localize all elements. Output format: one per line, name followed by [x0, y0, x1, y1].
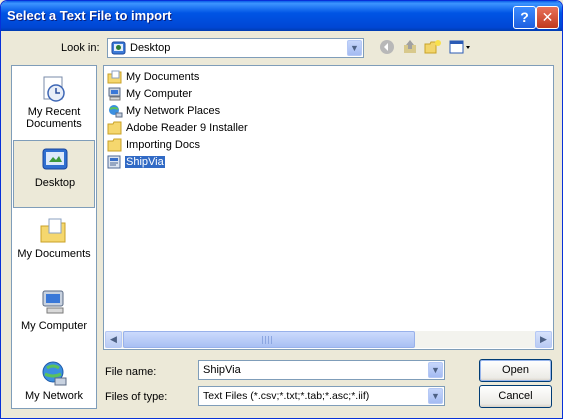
text-file-icon — [107, 155, 123, 169]
my-network-icon — [39, 358, 69, 388]
views-menu-icon[interactable] — [448, 39, 472, 57]
new-folder-icon[interactable] — [424, 39, 442, 57]
up-folder-icon[interactable] — [401, 39, 419, 57]
lookin-value: Desktop — [130, 42, 171, 54]
help-button[interactable]: ? — [513, 6, 536, 29]
lookin-label: Look in: — [61, 42, 100, 54]
filetype-combo[interactable]: Text Files (*.csv;*.txt;*.tab;*.asc;*.ii… — [198, 386, 445, 406]
filename-combo[interactable]: ShipVia ▼ — [198, 360, 445, 380]
dialog-window: Select a Text File to import ? ✕ Look in… — [0, 0, 563, 419]
close-button[interactable]: ✕ — [536, 6, 559, 29]
chevron-down-icon[interactable]: ▼ — [428, 362, 443, 378]
filename-label: File name: — [105, 366, 157, 378]
window-title: Select a Text File to import — [7, 8, 172, 23]
scroll-right-icon[interactable]: ▶ — [535, 331, 552, 348]
open-button[interactable]: Open — [479, 359, 552, 382]
network-places-icon — [107, 104, 123, 118]
horizontal-scrollbar[interactable]: ◀ ▶ — [105, 331, 552, 348]
back-icon[interactable] — [378, 39, 396, 57]
scroll-thumb[interactable] — [123, 331, 415, 348]
place-recent-documents[interactable]: My Recent Documents — [13, 70, 95, 138]
chevron-down-icon[interactable]: ▼ — [347, 40, 362, 56]
file-list[interactable]: My Documents My Computer My Network Plac… — [103, 65, 554, 350]
filename-value: ShipVia — [203, 364, 241, 376]
place-label: Desktop — [34, 177, 76, 189]
list-item[interactable]: Adobe Reader 9 Installer — [107, 121, 249, 137]
places-bar: My Recent Documents Desktop My Documents… — [11, 65, 97, 409]
chevron-down-icon[interactable]: ▼ — [428, 388, 443, 404]
desktop-icon — [111, 41, 126, 56]
list-item[interactable]: Importing Docs — [107, 138, 201, 154]
list-item[interactable]: My Network Places — [107, 104, 221, 120]
scroll-left-icon[interactable]: ◀ — [105, 331, 122, 348]
list-item[interactable]: My Computer — [107, 87, 193, 103]
list-item[interactable]: My Documents — [107, 70, 200, 86]
folder-icon — [107, 138, 123, 152]
place-my-computer[interactable]: My Computer — [13, 284, 95, 352]
my-computer-icon — [107, 87, 123, 101]
grip-icon — [262, 336, 274, 344]
list-item-selected[interactable]: ShipVia — [107, 155, 165, 171]
place-label: My Network — [24, 390, 84, 402]
folder-icon — [107, 121, 123, 135]
place-desktop[interactable]: Desktop — [13, 140, 95, 208]
place-label: My Documents — [17, 248, 91, 260]
lookin-combo[interactable]: Desktop ▼ — [107, 38, 364, 58]
filetype-value: Text Files (*.csv;*.txt;*.tab;*.asc;*.ii… — [203, 390, 370, 402]
place-label: My Computer — [20, 320, 88, 332]
place-label: My Recent Documents — [26, 106, 82, 130]
place-my-documents[interactable]: My Documents — [13, 212, 95, 280]
cancel-button[interactable]: Cancel — [479, 385, 552, 408]
my-documents-icon — [39, 216, 69, 246]
desktop-icon — [40, 145, 70, 175]
place-my-network[interactable]: My Network — [13, 354, 95, 408]
filetype-label: Files of type: — [105, 391, 168, 403]
recent-documents-icon — [39, 74, 69, 104]
my-documents-icon — [107, 70, 123, 84]
title-bar[interactable]: Select a Text File to import ? ✕ — [1, 1, 562, 31]
my-computer-icon — [39, 288, 69, 318]
